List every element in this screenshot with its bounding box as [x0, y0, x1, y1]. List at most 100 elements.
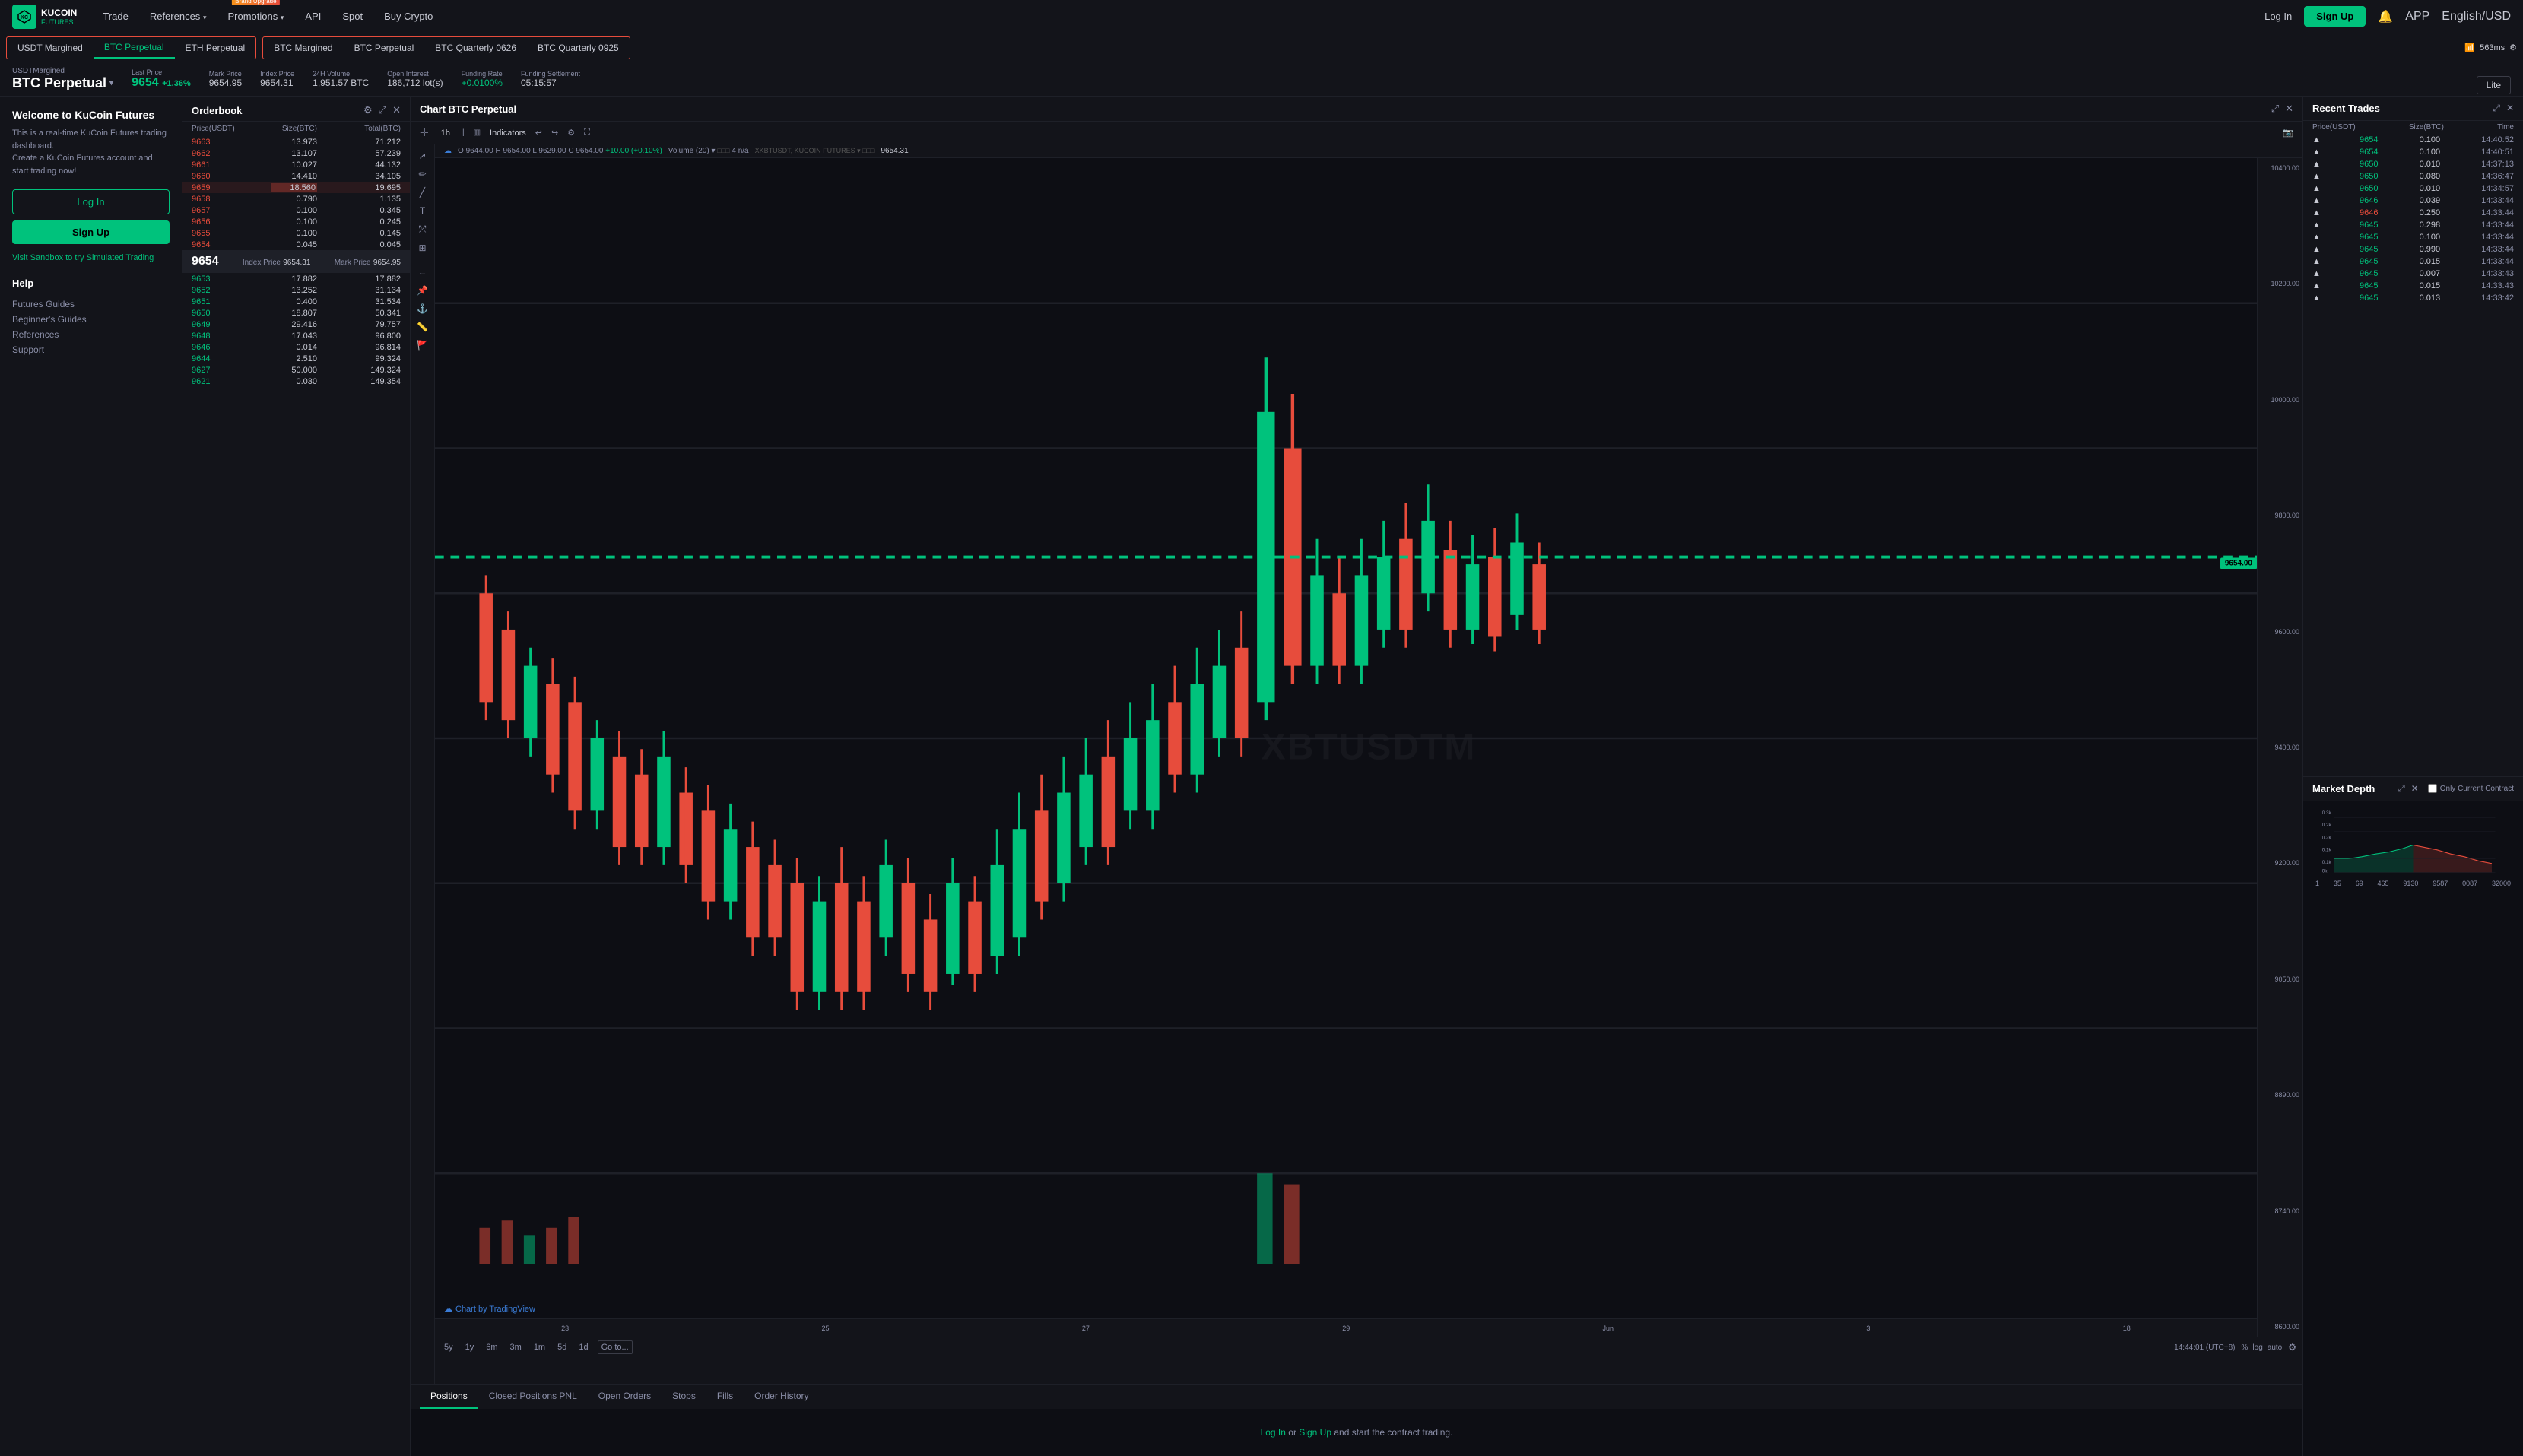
- line-tool[interactable]: ╱: [420, 187, 425, 198]
- help-beginners-guides[interactable]: Beginner's Guides: [12, 312, 170, 327]
- auto-opt[interactable]: auto: [2268, 1343, 2282, 1352]
- chart-close-icon[interactable]: ✕: [2285, 103, 2293, 115]
- tab-stops[interactable]: Stops: [662, 1385, 706, 1409]
- table-row[interactable]: 96540.0450.045: [182, 239, 410, 250]
- table-row[interactable]: 96460.01496.814: [182, 341, 410, 353]
- table-row[interactable]: 966213.10757.239: [182, 148, 410, 159]
- only-current-checkbox[interactable]: [2428, 784, 2437, 793]
- flag-tool[interactable]: 🚩: [417, 340, 428, 351]
- app-download[interactable]: APP: [2405, 10, 2429, 24]
- signup-button[interactable]: Sign Up: [2304, 6, 2366, 27]
- pen-tool[interactable]: ✏: [418, 169, 426, 179]
- candle-type-icon[interactable]: ▥: [474, 128, 481, 137]
- chart-settings-icon[interactable]: ⚙: [567, 128, 575, 138]
- contract-selector[interactable]: USDTMargined BTC Perpetual ▾: [12, 67, 113, 91]
- rt-expand-icon[interactable]: ⤢: [2493, 103, 2500, 114]
- table-row[interactable]: 966313.97371.212: [182, 136, 410, 148]
- table-row[interactable]: 964817.04396.800: [182, 330, 410, 341]
- text-tool[interactable]: T: [420, 205, 425, 216]
- tab-btc-margined[interactable]: BTC Margined: [263, 37, 343, 59]
- help-references[interactable]: References: [12, 327, 170, 342]
- chart-body[interactable]: XBTUSDTM: [435, 158, 2302, 1337]
- nav-spot[interactable]: Spot: [341, 8, 364, 25]
- logo[interactable]: KC KUCOIN FUTURES: [12, 5, 77, 29]
- tab-closed-positions-pnl[interactable]: Closed Positions PNL: [478, 1385, 588, 1409]
- tab-fills[interactable]: Fills: [706, 1385, 744, 1409]
- sidebar-login-button[interactable]: Log In: [12, 189, 170, 214]
- table-row[interactable]: 96560.1000.245: [182, 216, 410, 227]
- table-row[interactable]: 96550.1000.145: [182, 227, 410, 239]
- table-row[interactable]: 965018.80750.341: [182, 307, 410, 319]
- fibonacci-tool[interactable]: ⤱: [419, 224, 427, 235]
- pin-tool[interactable]: 📌: [417, 285, 428, 296]
- undo-btn[interactable]: ↩: [535, 128, 542, 138]
- ob-settings-icon[interactable]: ⚙: [363, 104, 373, 116]
- table-row[interactable]: 96570.1000.345: [182, 205, 410, 216]
- table-row[interactable]: 965918.56019.695: [182, 182, 410, 193]
- help-support[interactable]: Support: [12, 342, 170, 357]
- chart-expand-icon[interactable]: ⤢: [2271, 103, 2279, 115]
- table-row[interactable]: 965317.88217.882: [182, 273, 410, 284]
- tf-3m[interactable]: 3m: [507, 1341, 525, 1353]
- anchor-tool[interactable]: ⚓: [417, 303, 428, 314]
- table-row[interactable]: 964929.41679.757: [182, 319, 410, 330]
- fullscreen-icon[interactable]: ⛶: [584, 128, 590, 138]
- tab-btc-quarterly-0925[interactable]: BTC Quarterly 0925: [527, 37, 630, 59]
- tf-6m[interactable]: 6m: [483, 1341, 500, 1353]
- tf-1y[interactable]: 1y: [462, 1341, 478, 1353]
- sandbox-link[interactable]: Visit Sandbox to try Simulated Trading: [12, 253, 170, 262]
- log-opt[interactable]: log: [2252, 1343, 2262, 1352]
- table-row[interactable]: 96442.51099.324: [182, 353, 410, 364]
- indicators-btn[interactable]: Indicators: [490, 128, 526, 138]
- bottom-login-link[interactable]: Log In: [1261, 1427, 1286, 1438]
- ruler-tool[interactable]: 📏: [417, 322, 428, 332]
- ob-close-icon[interactable]: ✕: [392, 104, 401, 116]
- tab-btc-quarterly-0626[interactable]: BTC Quarterly 0626: [424, 37, 527, 59]
- redo-btn[interactable]: ↪: [551, 128, 558, 138]
- measure-tool[interactable]: ⊞: [418, 243, 426, 253]
- tab-eth-perpetual[interactable]: ETH Perpetual: [175, 37, 256, 59]
- nav-promotions[interactable]: Brand Upgrade Promotions ▾: [226, 8, 285, 25]
- help-futures-guides[interactable]: Futures Guides: [12, 297, 170, 312]
- table-row[interactable]: 965213.25231.134: [182, 284, 410, 296]
- bottom-signup-link[interactable]: Sign Up: [1299, 1427, 1331, 1438]
- tab-btc-perpetual-2[interactable]: BTC Perpetual: [344, 37, 425, 59]
- table-row[interactable]: 96580.7901.135: [182, 193, 410, 205]
- tf-1d[interactable]: 1d: [576, 1341, 591, 1353]
- goto-btn[interactable]: Go to...: [598, 1340, 633, 1354]
- nav-trade[interactable]: Trade: [101, 8, 129, 25]
- contract-name[interactable]: BTC Perpetual ▾: [12, 75, 113, 91]
- md-close-icon[interactable]: ✕: [2411, 783, 2419, 795]
- ob-expand-icon[interactable]: ⤢: [379, 104, 386, 116]
- tf-5y[interactable]: 5y: [441, 1341, 456, 1353]
- login-button[interactable]: Log In: [2264, 11, 2292, 22]
- camera-icon[interactable]: 📷: [2283, 128, 2293, 138]
- tf-5d[interactable]: 5d: [554, 1341, 570, 1353]
- table-row[interactable]: 966110.02744.132: [182, 159, 410, 170]
- tf-1m[interactable]: 1m: [531, 1341, 548, 1353]
- nav-api[interactable]: API: [303, 8, 322, 25]
- table-row[interactable]: 96210.030149.354: [182, 376, 410, 387]
- percentage-opt[interactable]: %: [2242, 1343, 2248, 1352]
- sidebar-signup-button[interactable]: Sign Up: [12, 220, 170, 244]
- table-row[interactable]: 966014.41034.105: [182, 170, 410, 182]
- nav-buy-crypto[interactable]: Buy Crypto: [382, 8, 434, 25]
- md-expand-icon[interactable]: ⤢: [2398, 783, 2405, 795]
- cursor-tool[interactable]: ↗: [418, 151, 426, 161]
- tab-positions[interactable]: Positions: [420, 1385, 478, 1409]
- language-selector[interactable]: English/USD: [2442, 10, 2511, 24]
- tf-settings-icon[interactable]: ⚙: [2288, 1342, 2296, 1353]
- tf-1h[interactable]: 1h: [438, 127, 453, 139]
- notification-icon[interactable]: 🔔: [2378, 9, 2393, 24]
- tab-usdt-margined[interactable]: USDT Margined: [7, 37, 94, 59]
- rt-close-icon[interactable]: ✕: [2506, 103, 2514, 114]
- tab-btc-perpetual-1[interactable]: BTC Perpetual: [94, 37, 175, 59]
- back-arrow[interactable]: ←: [418, 267, 427, 278]
- table-row[interactable]: 96510.40031.534: [182, 296, 410, 307]
- lite-button[interactable]: Lite: [2477, 76, 2511, 94]
- tab-open-orders[interactable]: Open Orders: [588, 1385, 662, 1409]
- settings-icon[interactable]: ⚙: [2509, 43, 2517, 52]
- tab-order-history[interactable]: Order History: [744, 1385, 819, 1409]
- table-row[interactable]: 962750.000149.324: [182, 364, 410, 376]
- nav-references[interactable]: References ▾: [148, 8, 208, 25]
